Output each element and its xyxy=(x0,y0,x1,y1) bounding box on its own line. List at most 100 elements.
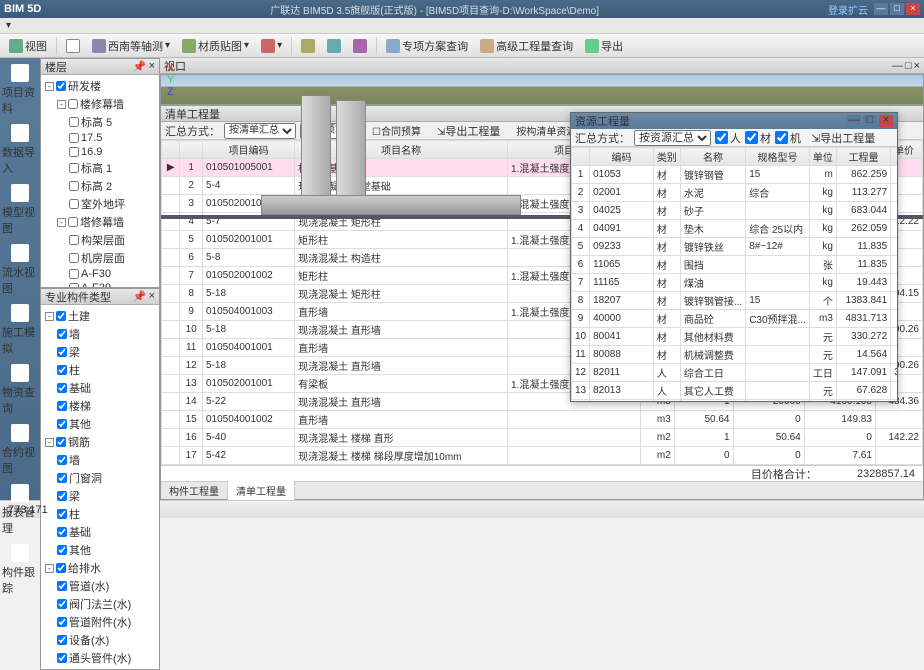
node-checkbox[interactable] xyxy=(69,117,79,127)
node-checkbox[interactable] xyxy=(69,253,79,263)
res-row[interactable]: 101053材镀锌钢管15m862.2593.993440.41 xyxy=(572,166,898,184)
node-checkbox[interactable] xyxy=(57,617,67,627)
res-row[interactable]: 1382013人其它人工费元67.628167.63 xyxy=(572,382,898,400)
tree-node[interactable]: 基础 xyxy=(43,523,157,541)
res-row[interactable]: 202001材水泥综合kg113.2770.3741.91 xyxy=(572,184,898,202)
chk-material[interactable]: 材 xyxy=(745,130,771,146)
viewport-min-icon[interactable]: — xyxy=(892,60,903,72)
floor-tree[interactable]: -研发楼-楼修幕墙标高 517.516.9标高 1标高 2室外地坪-塔修幕墙构架… xyxy=(41,75,159,287)
node-checkbox[interactable] xyxy=(57,545,67,555)
3d-viewport[interactable]: XYZ xyxy=(160,74,924,105)
nav-0[interactable]: 项目资料 xyxy=(0,60,40,120)
tree-node[interactable]: 17.5 xyxy=(43,131,157,145)
contract-check[interactable]: ☐合同预算 xyxy=(366,121,427,140)
res-row[interactable]: 711165材煤油kg19.4434.6790.8 xyxy=(572,274,898,292)
tree-node[interactable]: -研发楼 xyxy=(43,77,157,95)
node-checkbox[interactable] xyxy=(69,269,79,279)
node-checkbox[interactable] xyxy=(57,383,67,393)
res-row[interactable]: 1180088材机械调整费元14.5644806990.72 xyxy=(572,346,898,364)
node-checkbox[interactable] xyxy=(57,401,67,411)
tree-node[interactable]: 梁 xyxy=(43,343,157,361)
node-checkbox[interactable] xyxy=(57,635,67,645)
tool-view[interactable]: 视图 xyxy=(4,35,52,57)
tool-filter[interactable] xyxy=(348,36,372,56)
axis-gizmo[interactable]: XYZ xyxy=(167,62,174,98)
tree-node[interactable]: 其他 xyxy=(43,415,157,433)
node-checkbox[interactable] xyxy=(69,199,79,209)
viewport-close-icon[interactable]: × xyxy=(914,60,920,72)
node-checkbox[interactable] xyxy=(57,653,67,663)
qty-row[interactable]: 165-40现浇混凝土 楼梯 直形m2150.640142.22 xyxy=(162,429,923,447)
node-checkbox[interactable] xyxy=(57,329,67,339)
res-row[interactable]: 1080041材其他材料费元330.2721330.27 xyxy=(572,328,898,346)
node-checkbox[interactable] xyxy=(69,163,79,173)
tree-node[interactable]: -给排水 xyxy=(43,559,157,577)
node-checkbox[interactable] xyxy=(57,509,67,519)
tree-node[interactable]: -钢筋 xyxy=(43,433,157,451)
tree-node[interactable]: 其他 xyxy=(43,541,157,559)
tree-node[interactable]: 机房层面 xyxy=(43,249,157,267)
tree-node[interactable]: 室外地坪 xyxy=(43,195,157,213)
node-checkbox[interactable] xyxy=(57,365,67,375)
tree-node[interactable]: 楼梯 xyxy=(43,397,157,415)
max-button[interactable]: □ xyxy=(890,3,904,15)
node-checkbox[interactable] xyxy=(56,563,66,573)
node-checkbox[interactable] xyxy=(56,311,66,321)
menu-icon[interactable]: ▾ xyxy=(6,20,11,31)
node-checkbox[interactable] xyxy=(69,133,79,143)
tool-arrow[interactable] xyxy=(61,36,85,56)
panel-pin-icon[interactable]: 📌 xyxy=(133,290,147,303)
chk-person[interactable]: 人 xyxy=(715,130,741,146)
float-mode-select[interactable]: 按资源汇总 xyxy=(634,130,711,146)
node-checkbox[interactable] xyxy=(69,283,79,287)
node-checkbox[interactable] xyxy=(69,235,79,245)
tree-node[interactable]: 柱 xyxy=(43,361,157,379)
tree-node[interactable]: A-F29 xyxy=(43,281,157,287)
node-checkbox[interactable] xyxy=(57,473,67,483)
res-row[interactable]: 509233材镀锌铁丝8#~12#kg11.8353.8545.56 xyxy=(572,238,898,256)
tree-node[interactable]: 管道附件(水) xyxy=(43,613,157,631)
node-checkbox[interactable] xyxy=(57,347,67,357)
tool-push[interactable]: ▾ xyxy=(256,36,287,56)
panel-close-icon[interactable]: × xyxy=(149,290,155,303)
tree-node[interactable]: 门窗洞 xyxy=(43,469,157,487)
tool-export[interactable]: 导出 xyxy=(580,35,628,57)
tool-measure[interactable] xyxy=(296,36,320,56)
tool-advquery[interactable]: 高级工程量查询 xyxy=(475,35,578,57)
close-button[interactable]: × xyxy=(906,3,920,15)
viewport-max-icon[interactable]: □ xyxy=(905,60,912,72)
tool-texture[interactable]: 材质贴图▾ xyxy=(177,35,254,57)
tree-node[interactable]: 标高 1 xyxy=(43,159,157,177)
tab-list-qty[interactable]: 清单工程量 xyxy=(228,481,295,500)
expand-icon[interactable]: - xyxy=(45,312,54,321)
nav-1[interactable]: 数据导入 xyxy=(0,120,40,180)
panel-pin-icon[interactable]: 📌 xyxy=(133,60,147,73)
res-row[interactable]: 818207材镀锌钢管接...15个1383.8410.52719.6 xyxy=(572,292,898,310)
qty-row[interactable]: 150105040010​02直形墙m350.640149.83 xyxy=(162,411,923,429)
node-checkbox[interactable] xyxy=(57,419,67,429)
res-row[interactable]: 940000材商品砼C30预拌混...m34831.7134101981002.… xyxy=(572,310,898,328)
res-row[interactable]: 404091材垫木综合 25以内kg262.0590.45117.93 xyxy=(572,220,898,238)
tree-node[interactable]: 基础 xyxy=(43,379,157,397)
res-row[interactable]: 611065材围挡张11.8357.386.39 xyxy=(572,256,898,274)
user-label[interactable]: 登录扩云 xyxy=(828,2,868,17)
expand-icon[interactable]: - xyxy=(45,438,54,447)
nav-3[interactable]: 流水视图 xyxy=(0,240,40,300)
tree-node[interactable]: 墙 xyxy=(43,451,157,469)
tree-node[interactable]: 设备(水) xyxy=(43,631,157,649)
chk-machine[interactable]: 机 xyxy=(775,130,801,146)
nav-2[interactable]: 模型视图 xyxy=(0,180,40,240)
node-checkbox[interactable] xyxy=(56,81,66,91)
node-checkbox[interactable] xyxy=(69,147,79,157)
node-checkbox[interactable] xyxy=(57,455,67,465)
tool-axis[interactable]: 西南等轴测▾ xyxy=(87,35,175,57)
min-button[interactable]: — xyxy=(874,3,888,15)
res-row[interactable]: 1484004机机械综合费元31746.666131746.65 xyxy=(572,400,898,402)
nav-5[interactable]: 物资查询 xyxy=(0,360,40,420)
tree-node[interactable]: 构架层面 xyxy=(43,231,157,249)
node-checkbox[interactable] xyxy=(68,217,78,227)
nav-6[interactable]: 合约视图 xyxy=(0,420,40,480)
resource-grid[interactable]: 编码类别名称规格型号单位工程量单价合价(元)101053材镀锌钢管15m862.… xyxy=(571,147,897,401)
node-checkbox[interactable] xyxy=(69,181,79,191)
tree-node[interactable]: 管道(水) xyxy=(43,577,157,595)
